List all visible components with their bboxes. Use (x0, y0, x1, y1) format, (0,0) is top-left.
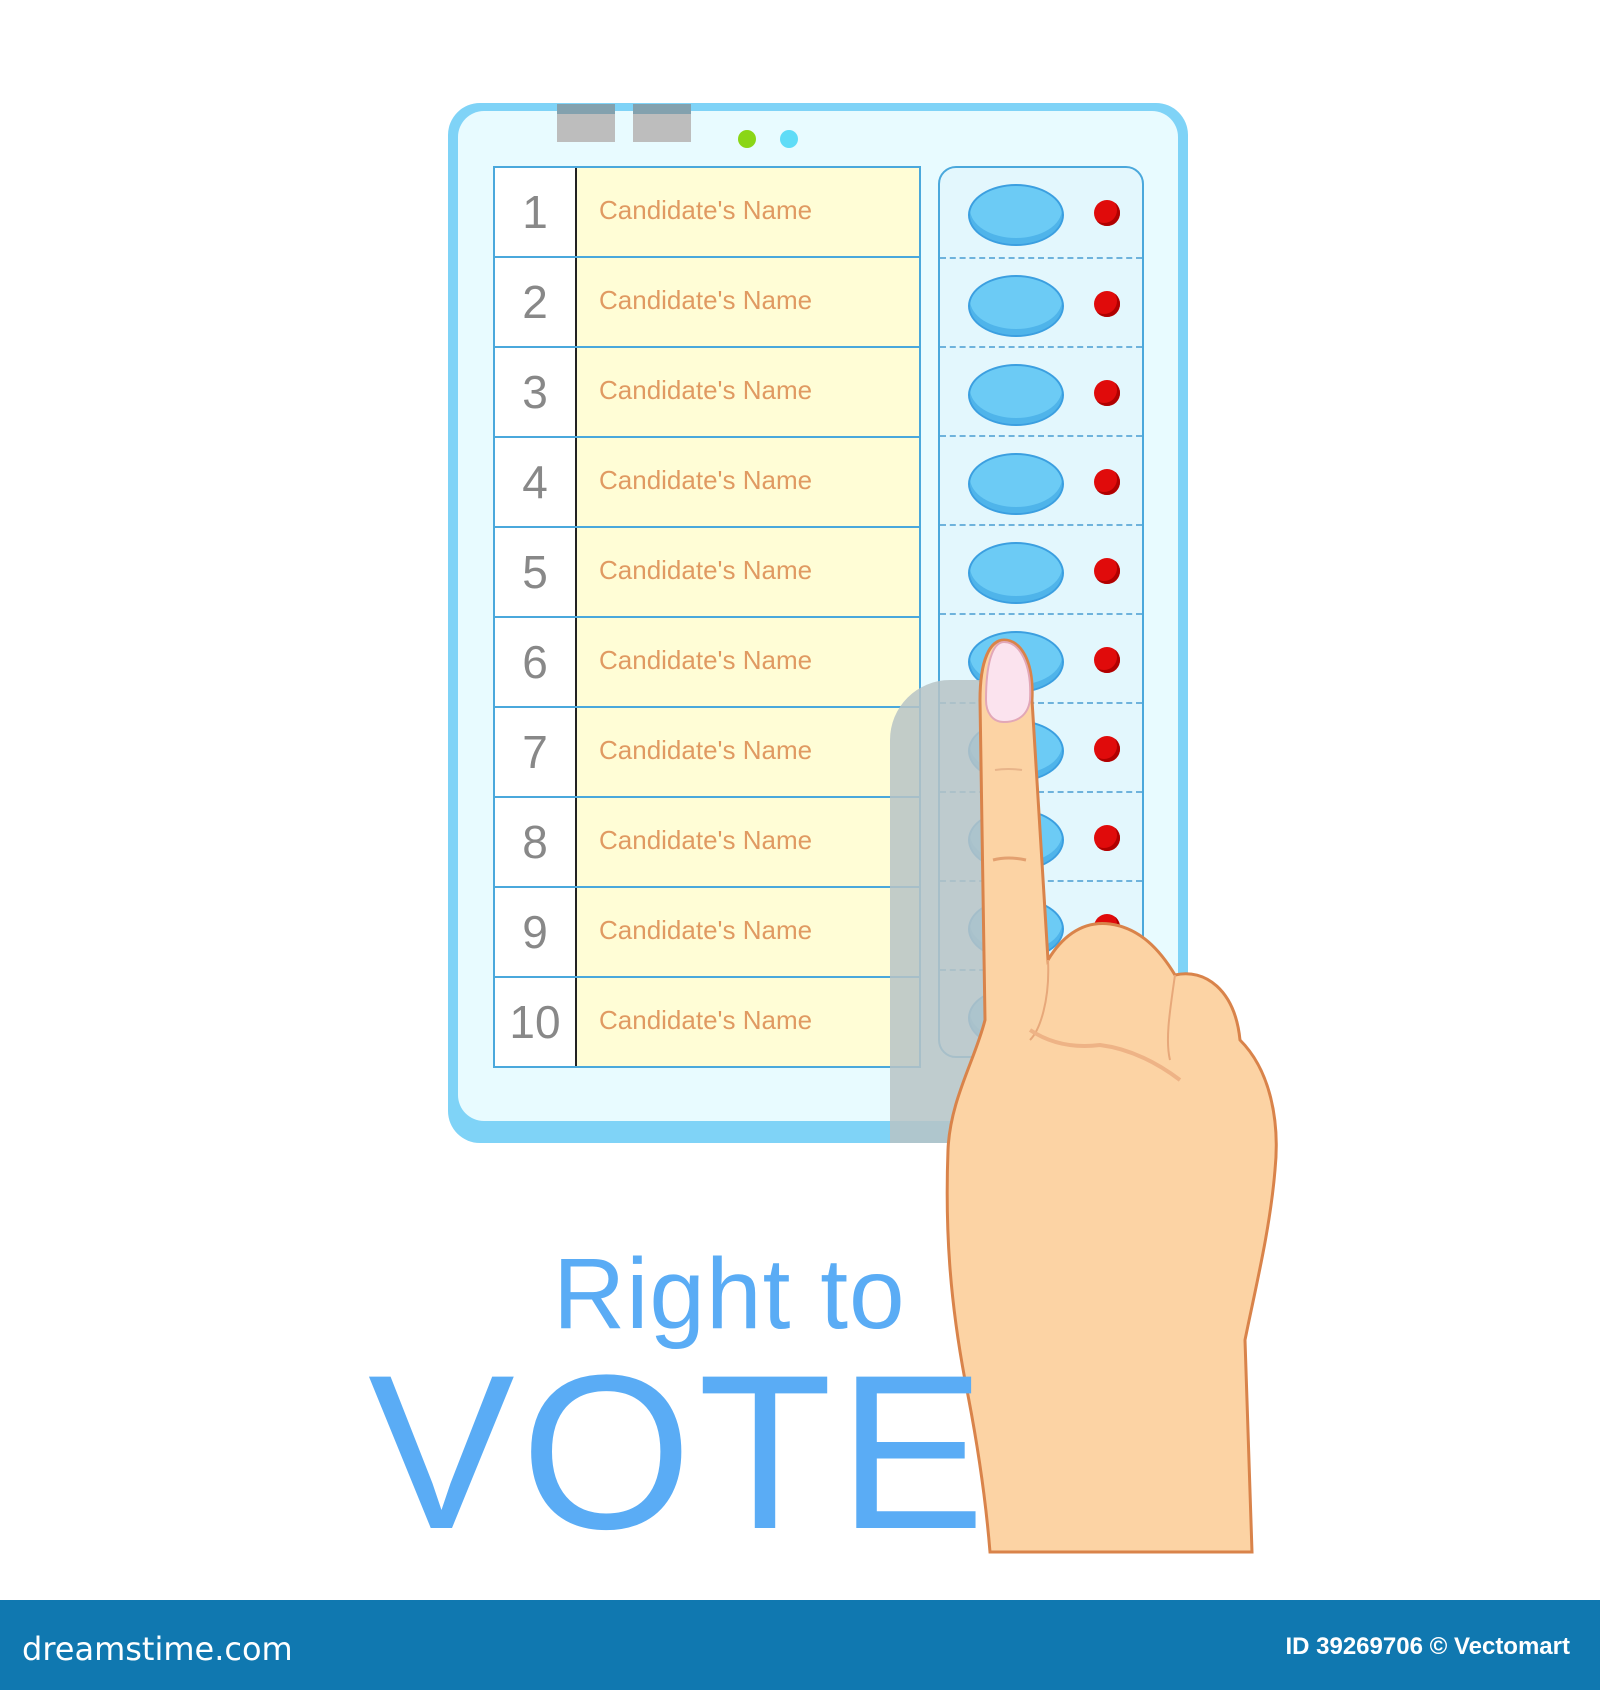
brand-logo[interactable]: dreamstime.com (22, 1630, 293, 1668)
image-credit: ID 39269706 © Vectomart (1285, 1633, 1570, 1660)
headline-line2: VOTE (368, 1329, 991, 1575)
footer-bar: dreamstime.com ID 39269706 © Vectomart (0, 1600, 1600, 1690)
